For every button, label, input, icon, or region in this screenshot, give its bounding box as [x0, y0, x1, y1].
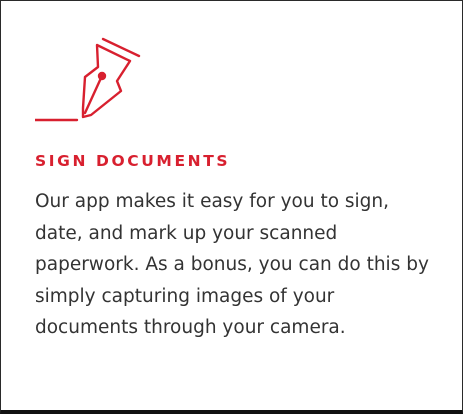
feature-heading: SIGN DOCUMENTS	[35, 152, 231, 170]
feature-description: Our app makes it easy for you to sign, d…	[35, 191, 429, 338]
feature-card: SIGN DOCUMENTS Our app makes it easy for…	[0, 0, 463, 414]
pen-nib-icon	[35, 37, 145, 123]
